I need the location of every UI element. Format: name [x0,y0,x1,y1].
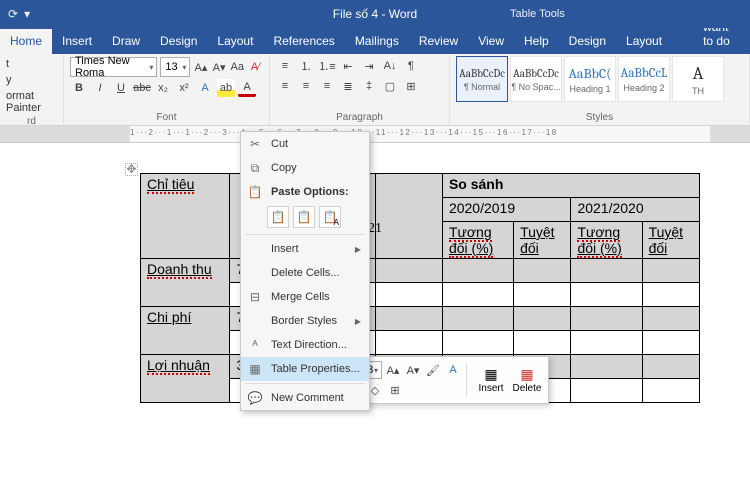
tab-insert[interactable]: Insert [52,29,102,54]
ctx-merge-cells[interactable]: ⊟Merge Cells [241,285,369,309]
table-icon: ▦ [247,361,263,377]
mini-painter-icon[interactable]: 🖌 [424,361,442,379]
ctx-paste-label: 📋Paste Options: [241,180,369,204]
copy-button[interactable]: y [6,73,12,87]
borders-icon[interactable]: ⊞ [402,77,420,95]
tab-review[interactable]: Review [409,29,468,54]
tab-table-layout[interactable]: Layout [616,29,672,54]
tab-references[interactable]: References [263,29,344,54]
style-heading1[interactable]: AaBbC(Heading 1 [564,56,616,102]
mini-borders[interactable]: ⊞ [386,381,404,399]
font-name-select[interactable]: Times New Roma [70,57,157,77]
table-delete-icon: ▦ [520,366,533,383]
line-spacing-icon[interactable]: ‡ [360,77,378,95]
cell-header: Chỉ tiêu [147,176,194,194]
ribbon-tabs: Home Insert Draw Design Layout Reference… [0,28,750,54]
ctx-cut[interactable]: ✂Cut [241,132,369,156]
style-heading2[interactable]: AaBbCcLHeading 2 [618,56,670,102]
cell-group: 2020/2019 [442,198,570,222]
sort-icon[interactable]: A↓ [381,57,399,75]
ctx-insert[interactable]: Insert▶ [241,237,369,261]
ctx-copy[interactable]: ⧉Copy [241,156,369,180]
cut-button[interactable]: t [6,57,9,71]
horizontal-ruler[interactable]: 1···2···1···1···2···3···4···5···6···7···… [0,126,750,143]
font-size-select[interactable]: 13 [160,57,190,77]
tab-table-design[interactable]: Design [559,29,616,54]
tab-design[interactable]: Design [150,29,207,54]
ctx-border-styles[interactable]: Border Styles▶ [241,309,369,333]
comment-icon: 💬 [247,390,263,406]
multilevel-icon[interactable]: ⒈≡ [318,57,336,75]
copy-icon: ⧉ [247,160,263,176]
show-marks-icon[interactable]: ¶ [402,57,420,75]
cell-header: So sánh [442,174,699,198]
grow-font-icon[interactable]: A▴ [193,58,208,76]
paste-merge[interactable]: 📋 [293,206,315,228]
paste-text-only[interactable]: 📋A [319,206,341,228]
shading-icon[interactable]: ▢ [381,77,399,95]
mini-styles-icon[interactable]: A [444,361,462,379]
contextual-tab-title: Table Tools [510,8,565,20]
italic-button[interactable]: I [91,79,109,97]
ctx-new-comment[interactable]: 💬New Comment [241,386,369,410]
font-group-label: Font [70,112,263,125]
strike-button[interactable]: abc [133,79,151,97]
tab-mailings[interactable]: Mailings [345,29,409,54]
shrink-font-icon[interactable]: A▾ [212,58,227,76]
paragraph-group-label: Paragraph [276,112,443,125]
font-color-icon[interactable]: A [238,79,256,97]
mini-delete-button[interactable]: ▦Delete [511,362,543,398]
tab-draw[interactable]: Draw [102,29,150,54]
tab-home[interactable]: Home [0,29,52,54]
qat-dropdown-icon[interactable]: ▾ [24,7,30,21]
ctx-delete-cells[interactable]: Delete Cells... [241,261,369,285]
align-left-icon[interactable]: ≡ [276,77,294,95]
style-nospacing[interactable]: AaBbCcDc¶ No Spac... [510,56,562,102]
subscript-button[interactable]: x₂ [154,79,172,97]
style-normal[interactable]: AaBbCcDc¶ Normal [456,56,508,102]
style-title[interactable]: ATH [672,56,724,102]
decrease-indent-icon[interactable]: ⇤ [339,57,357,75]
increase-indent-icon[interactable]: ⇥ [360,57,378,75]
ctx-table-properties[interactable]: ▦Table Properties... [241,357,369,381]
tab-layout[interactable]: Layout [207,29,263,54]
table-insert-icon: ▦ [484,366,497,383]
text-effects-icon[interactable]: A [196,79,214,97]
merge-icon: ⊟ [247,289,263,305]
format-painter-button[interactable]: ormat Painter [6,89,57,115]
styles-group-label: Styles [456,112,743,125]
row-label: Lợi nhuận [147,357,210,375]
change-case-icon[interactable]: Aa [230,58,245,76]
paste-keep-source[interactable]: 📋 [267,206,289,228]
ctx-text-direction[interactable]: ᴬText Direction... [241,333,369,357]
align-right-icon[interactable]: ≡ [318,77,336,95]
window-title: File số 4 - Word [333,7,417,21]
superscript-button[interactable]: x² [175,79,193,97]
justify-icon[interactable]: ≣ [339,77,357,95]
cell-group: 2021/2020 [571,198,700,222]
text-direction-icon: ᴬ [247,337,263,353]
bullets-icon[interactable]: ≡ [276,57,294,75]
row-label: Chi phí [147,309,191,325]
row-label: Doanh thu [147,261,212,279]
table-move-handle[interactable]: ✥ [125,163,138,176]
context-menu: ✂Cut ⧉Copy 📋Paste Options: 📋 📋 📋A Insert… [240,131,370,411]
bold-button[interactable]: B [70,79,88,97]
mini-shrink-icon[interactable]: A▾ [404,361,422,379]
autosave-icon[interactable]: ⟳ [8,7,18,21]
tab-view[interactable]: View [468,29,514,54]
numbering-icon[interactable]: ⒈ [297,57,315,75]
highlight-icon[interactable]: ab [217,79,235,97]
underline-button[interactable]: U [112,79,130,97]
clear-format-icon[interactable]: A⁄ [248,58,263,76]
mini-grow-icon[interactable]: A▴ [384,361,402,379]
align-center-icon[interactable]: ≡ [297,77,315,95]
tab-help[interactable]: Help [514,29,559,54]
scissors-icon: ✂ [247,136,263,152]
paste-icon: 📋 [247,184,263,200]
mini-insert-button[interactable]: ▦Insert [475,362,507,398]
